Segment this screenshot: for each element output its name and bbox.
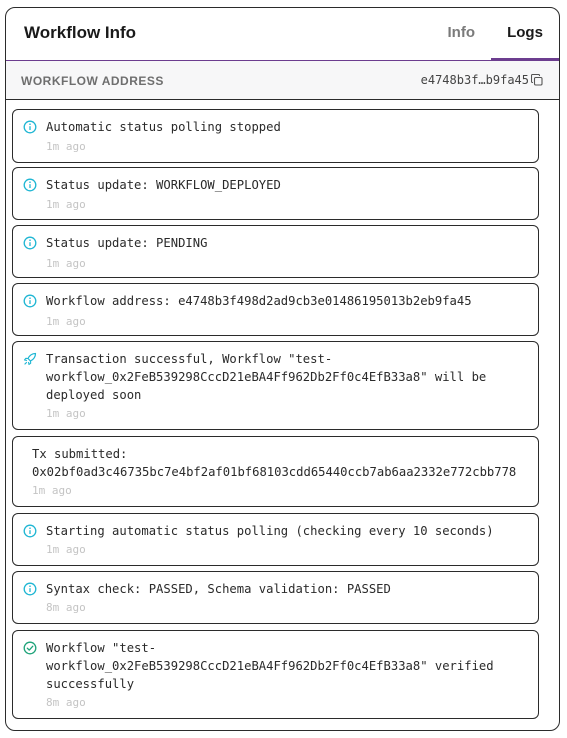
log-entry: Workflow address: e4748b3f498d2ad9cb3e01… (12, 283, 539, 336)
copy-icon[interactable] (531, 74, 543, 86)
log-message: Workflow address: e4748b3f498d2ad9cb3e01… (46, 294, 472, 308)
log-time: 1m ago (46, 315, 86, 328)
log-entry: Workflow "test- workflow_0x2FeB539298Ccc… (12, 630, 539, 719)
check-circle-icon (23, 641, 37, 655)
log-message: Status update: PENDING (46, 236, 208, 250)
tab-info[interactable]: Info (448, 24, 476, 41)
log-message: Status update: WORKFLOW_DEPLOYED (46, 178, 281, 192)
log-message: Transaction successful, Workflow "test- … (46, 352, 487, 402)
info-icon (23, 120, 37, 134)
info-icon (23, 236, 37, 250)
log-entry: Status update: PENDING 1m ago (12, 225, 539, 278)
rocket-icon (23, 352, 37, 366)
log-message: Workflow "test- workflow_0x2FeB539298Ccc… (46, 641, 494, 691)
log-message: Syntax check: PASSED, Schema validation:… (46, 582, 391, 596)
log-entry: Starting automatic status polling (check… (12, 513, 539, 566)
tab-logs[interactable]: Logs (491, 24, 559, 60)
info-icon (23, 294, 37, 308)
log-message: Starting automatic status polling (check… (46, 524, 494, 538)
tab-logs-label: Logs (507, 24, 543, 41)
active-tab-indicator (491, 58, 559, 60)
workflow-address-label: WORKFLOW ADDRESS (21, 74, 164, 88)
info-icon (23, 524, 37, 538)
log-entry: Status update: WORKFLOW_DEPLOYED 1m ago (12, 167, 539, 220)
panel-title: Workflow Info (24, 23, 137, 42)
log-entry: Syntax check: PASSED, Schema validation:… (12, 571, 539, 624)
log-entry: Automatic status polling stopped 1m ago (12, 109, 539, 163)
log-time: 1m ago (46, 140, 86, 153)
log-time: 1m ago (32, 484, 72, 497)
log-time: 8m ago (46, 601, 86, 614)
log-time: 1m ago (46, 257, 86, 270)
log-time: 8m ago (46, 696, 86, 709)
log-entry: Tx submitted: 0x02bf0ad3c46735bc7e4bf2af… (12, 436, 539, 507)
workflow-address-row: WORKFLOW ADDRESS e4748b3f…b9fa45 (6, 61, 559, 100)
log-time: 1m ago (46, 198, 86, 211)
info-icon (23, 582, 37, 596)
log-time: 1m ago (46, 407, 86, 420)
log-message: Automatic status polling stopped (46, 120, 281, 134)
log-entry: Transaction successful, Workflow "test- … (12, 341, 539, 430)
panel-header: Workflow Info Info Logs (6, 8, 559, 61)
info-icon (23, 178, 37, 192)
log-message: Tx submitted: 0x02bf0ad3c46735bc7e4bf2af… (32, 447, 517, 479)
workflow-address-value: e4748b3f…b9fa45 (420, 73, 529, 87)
log-time: 1m ago (46, 543, 86, 556)
